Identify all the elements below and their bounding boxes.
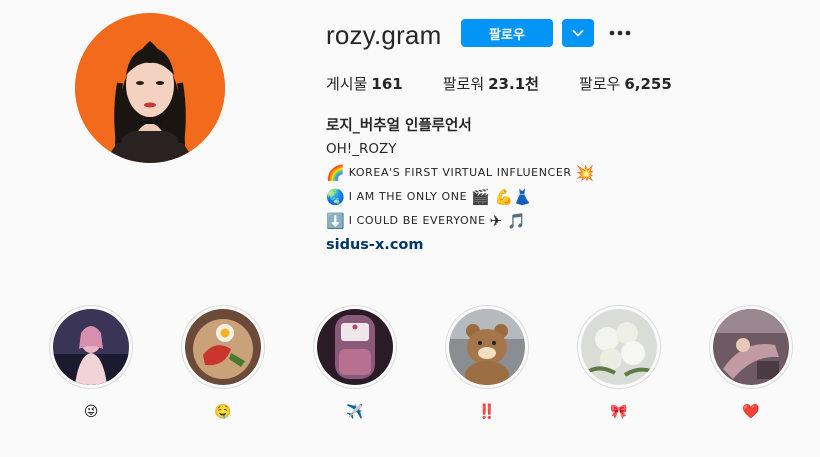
stat-posts-label: 게시물 <box>326 75 368 93</box>
highlight-ring <box>445 305 529 389</box>
highlight-item[interactable]: 🎀 <box>577 305 661 420</box>
bio-line-4: ⬇️ I COULD BE EVERYONE ✈ 🎵 <box>326 209 594 233</box>
highlight-label: 😜 <box>83 403 99 419</box>
airplane-music-icons: ✈ 🎵 <box>489 211 526 230</box>
bio-line-1: OH!_ROZY <box>326 141 397 157</box>
chevron-down-icon <box>572 29 584 37</box>
highlight-label: ‼️ <box>478 403 496 419</box>
highlight-item[interactable]: ✈️ <box>313 305 397 420</box>
rainbow-icon: 🌈 <box>326 163 345 182</box>
stat-posts: 게시물 161 <box>326 73 403 94</box>
collision-icon: 💥 <box>575 163 595 182</box>
highlight-label: 🎀 <box>610 403 628 419</box>
highlight-ring <box>577 305 661 389</box>
profile-username: rozy.gram <box>326 20 442 50</box>
highlight-ring <box>181 305 265 389</box>
follow-button[interactable]: 팔로우 <box>461 19 553 47</box>
highlight-cover-image <box>53 309 129 385</box>
suggested-dropdown-button[interactable] <box>562 19 594 47</box>
clapper-muscle-dress-icons: 🎬 💪👗 <box>471 187 532 206</box>
stat-following[interactable]: 팔로우 6,255 <box>579 73 672 94</box>
highlight-item[interactable]: ❤️ <box>709 305 793 420</box>
bio-line-4-text: I COULD BE EVERYONE <box>348 214 486 227</box>
stat-posts-count: 161 <box>371 75 403 93</box>
highlight-item[interactable]: 🤤 <box>181 305 265 420</box>
down-arrow-icon: ⬇️ <box>326 211 345 230</box>
profile-website-link[interactable]: sidus-x.com <box>326 233 594 257</box>
highlight-cover-image <box>581 309 657 385</box>
highlight-cover-image <box>185 309 261 385</box>
highlight-ring <box>709 305 793 389</box>
profile-avatar[interactable] <box>75 13 225 163</box>
highlight-item[interactable]: ‼️ <box>445 305 529 420</box>
stat-followers-count: 23.1천 <box>488 75 539 93</box>
highlight-cover-image <box>449 309 525 385</box>
stat-followers[interactable]: 팔로워 23.1천 <box>443 73 539 94</box>
story-highlights: 😜 🤤 ✈️ ‼️ 🎀 ❤️ <box>0 305 820 425</box>
more-horizontal-icon <box>609 30 631 36</box>
bio-line-2-text: KOREA'S FIRST VIRTUAL INFLUENCER <box>348 166 572 179</box>
stat-following-label: 팔로우 <box>578 75 621 93</box>
highlight-label: 🤤 <box>214 403 232 419</box>
globe-icon: 🌏 <box>326 187 345 206</box>
highlight-label: ✈️ <box>346 403 364 419</box>
profile-full-name: 로지_버추얼 인플루언서 <box>326 118 472 134</box>
bio-line-3-text: I AM THE ONLY ONE <box>348 190 468 203</box>
highlight-ring <box>313 305 397 389</box>
highlight-cover-image <box>713 309 789 385</box>
highlight-label: ❤️ <box>742 403 760 419</box>
profile-stats: 게시물 161 팔로워 23.1천 팔로우 6,255 <box>326 73 712 94</box>
highlight-cover-image <box>317 309 393 385</box>
profile-bio: 로지_버추얼 인플루언서 OH!_ROZY 🌈 KOREA'S FIRST VI… <box>326 115 594 257</box>
bio-line-3: 🌏 I AM THE ONLY ONE 🎬 💪👗 <box>326 185 594 209</box>
more-options-button[interactable] <box>606 20 634 46</box>
highlight-ring <box>49 305 133 389</box>
highlight-item[interactable]: 😜 <box>49 305 133 420</box>
stat-followers-label: 팔로워 <box>442 75 485 93</box>
bio-line-2: 🌈 KOREA'S FIRST VIRTUAL INFLUENCER 💥 <box>326 161 594 185</box>
stat-following-count: 6,255 <box>624 75 672 93</box>
